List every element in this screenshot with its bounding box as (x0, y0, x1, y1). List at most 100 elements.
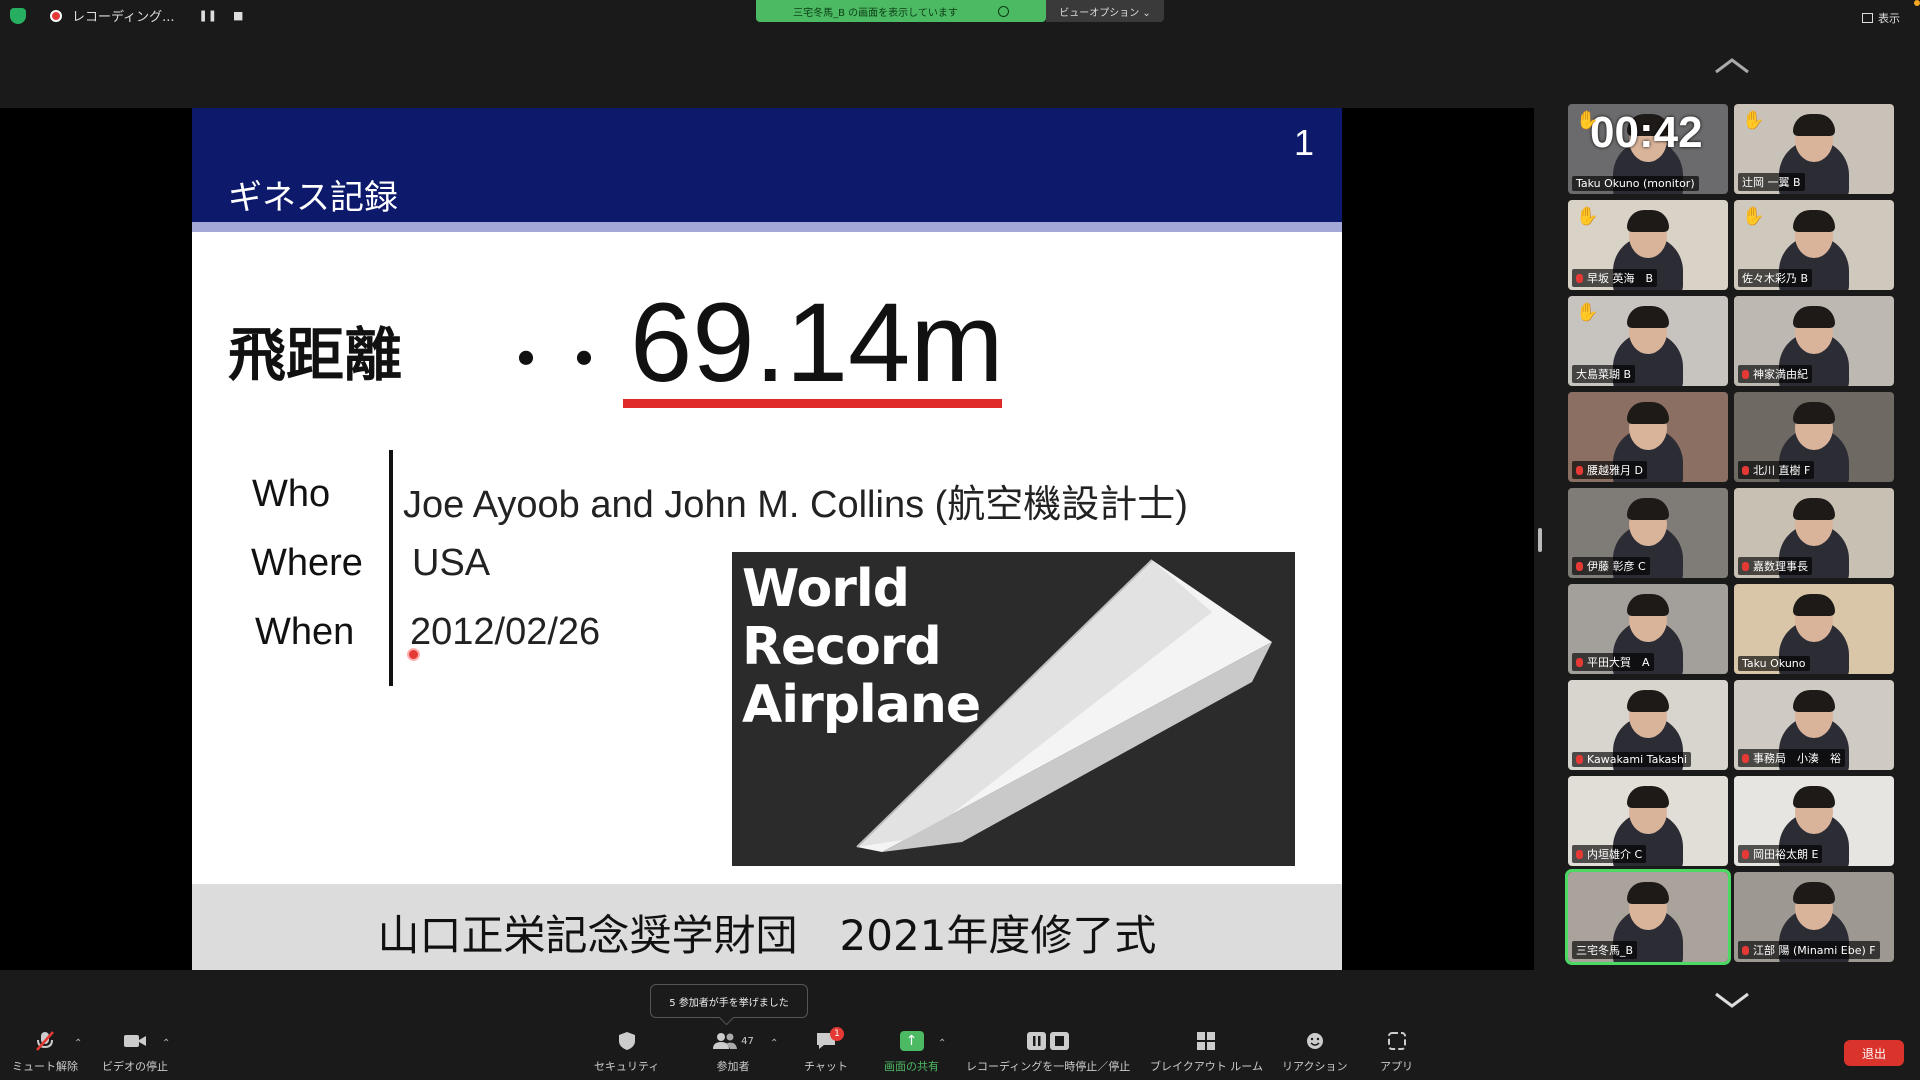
recording-dot-icon (50, 9, 62, 22)
slide-header: ギネス記録 1 (192, 108, 1342, 222)
participant-name-text: 辻岡 一翼 B (1742, 176, 1801, 189)
participant-name: Taku Okuno (monitor) (1572, 176, 1699, 191)
gallery-down-chevron-icon[interactable] (1712, 990, 1752, 1010)
participant-name-text: 佐々木彩乃 B (1742, 272, 1809, 285)
encryption-shield-icon[interactable] (10, 7, 26, 24)
pause-recording-icon[interactable]: ❚❚ (199, 9, 217, 22)
participant-tile[interactable]: 神家満由紀 (1734, 296, 1894, 386)
mic-muted-icon (1742, 754, 1749, 763)
participant-hair (1627, 306, 1669, 328)
share-options-caret-icon[interactable]: ⌃ (938, 1038, 946, 1049)
info-divider (389, 450, 393, 686)
participant-tile[interactable]: 内垣雄介 C (1568, 776, 1728, 866)
participant-tile[interactable]: ✋ 佐々木彩乃 B (1734, 200, 1894, 290)
recording-label: レコーディング... (72, 10, 175, 25)
participant-hair (1793, 594, 1835, 616)
slide-header-stripe (192, 222, 1342, 232)
participant-name-text: 伊藤 彰彦 C (1587, 560, 1646, 573)
participant-tile[interactable]: 00:42 ✋ Taku Okuno (monitor) (1568, 104, 1728, 194)
participant-name: 腰越雅月 D (1572, 461, 1647, 479)
paper-airplane-image: World Record Airplane (732, 552, 1295, 866)
share-banner-text: 三宅冬馬_B の画面を表示しています (793, 7, 958, 19)
display-button[interactable]: 表示 (1862, 10, 1900, 26)
countdown-timer: 00:42 (1590, 108, 1703, 157)
participant-tile[interactable]: 平田大賀 A (1568, 584, 1728, 674)
mic-muted-icon (1742, 946, 1749, 955)
participant-hair (1793, 882, 1835, 904)
participants-caret-icon[interactable]: ⌃ (770, 1038, 778, 1049)
participant-name: 北川 直樹 F (1738, 461, 1815, 479)
view-options-button[interactable]: ビューオプション ⌄ (1046, 0, 1164, 22)
breakout-rooms-button[interactable]: ブレイクアウト ルーム (1150, 1030, 1263, 1074)
participants-label: 参加者 (716, 1060, 750, 1073)
participants-count: 47 (741, 1035, 754, 1047)
raised-hand-icon: ✋ (1576, 206, 1599, 227)
panel-resize-handle[interactable] (1538, 528, 1542, 552)
participant-tile[interactable]: 事務局 小湊 裕 (1734, 680, 1894, 770)
audio-options-caret-icon[interactable]: ⌃ (74, 1038, 82, 1049)
video-options-caret-icon[interactable]: ⌃ (162, 1038, 170, 1049)
pause-stop-recording-icon (1023, 1030, 1073, 1052)
raised-hand-icon: ✋ (1576, 110, 1599, 131)
participant-name-text: 平田大賀 A (1587, 656, 1650, 669)
participant-tile[interactable]: 嘉数理事長 (1734, 488, 1894, 578)
participant-tile[interactable]: Taku Okuno (1734, 584, 1894, 674)
stop-recording-icon[interactable]: ■ (233, 9, 243, 22)
apps-button[interactable]: アプリ (1380, 1030, 1413, 1074)
recording-control-label: レコーディングを一時停止／停止 (966, 1060, 1131, 1073)
participant-hair (1793, 210, 1835, 232)
participant-name-text: 腰越雅月 D (1587, 464, 1643, 477)
grid-view-icon (1862, 13, 1873, 23)
stop-video-label: ビデオの停止 (102, 1060, 168, 1073)
participant-tile[interactable]: 三宅冬馬_B (1565, 869, 1731, 965)
participant-name-text: 岡田裕太朗 E (1753, 848, 1819, 861)
share-status-icon (997, 5, 1009, 17)
participant-tile[interactable]: Kawakami Takashi (1568, 680, 1728, 770)
participant-tile[interactable]: 北川 直樹 F (1734, 392, 1894, 482)
participant-tile[interactable]: 伊藤 彰彦 C (1568, 488, 1728, 578)
chat-button[interactable]: 1 チャット (804, 1027, 848, 1074)
participants-icon: 47 (708, 1030, 758, 1052)
stop-video-button[interactable]: ビデオの停止 (102, 1030, 168, 1074)
mic-muted-icon (1742, 466, 1749, 475)
slide-footer: 山口正栄記念奨学財団 2021年度修了式 (192, 884, 1342, 970)
top-bar: レコーディング... ❚❚ ■ 三宅冬馬_B の画面を表示しています ビューオプ… (0, 0, 1920, 34)
leave-meeting-button[interactable]: 退出 (1844, 1040, 1904, 1066)
participant-hair (1627, 594, 1669, 616)
participant-hair (1627, 210, 1669, 232)
distance-dots: ・・ (497, 328, 614, 393)
participant-name: 神家満由紀 (1738, 365, 1812, 383)
recording-control-button[interactable]: レコーディングを一時停止／停止 (966, 1030, 1130, 1074)
mic-muted-icon (1742, 370, 1749, 379)
share-screen-button[interactable]: ↑ 画面の共有 (884, 1030, 939, 1074)
notification-dot (1914, 0, 1920, 6)
participant-tile[interactable]: ✋ 大島菜瑚 B (1568, 296, 1728, 386)
when-label: When (255, 611, 355, 653)
participant-name: 嘉数理事長 (1738, 557, 1812, 575)
mic-muted-icon (1576, 850, 1583, 859)
image-caption: World Record Airplane (742, 560, 981, 735)
participant-name: 大島菜瑚 B (1572, 365, 1636, 383)
participant-tile[interactable]: 腰越雅月 D (1568, 392, 1728, 482)
image-caption-line: Airplane (742, 675, 981, 735)
gallery-up-chevron-icon[interactable] (1712, 56, 1752, 76)
participant-name-text: 事務局 小湊 裕 (1753, 752, 1841, 765)
participant-name-text: Taku Okuno (monitor) (1576, 177, 1695, 190)
participant-hair (1627, 786, 1669, 808)
participant-hair (1793, 786, 1835, 808)
raised-hand-icon: ✋ (1576, 302, 1599, 323)
unmute-button[interactable]: ミュート解除 (12, 1030, 78, 1074)
participant-name-text: Taku Okuno (1742, 657, 1806, 670)
participant-tile[interactable]: ✋ 早坂 英海 B (1568, 200, 1728, 290)
chat-icon: 1 (814, 1027, 844, 1052)
participant-tile[interactable]: 江部 陽 (Minami Ebe) F (1734, 872, 1894, 962)
participant-hair (1793, 402, 1835, 424)
participant-tile[interactable]: 岡田裕太朗 E (1734, 776, 1894, 866)
security-button[interactable]: セキュリティ (594, 1030, 659, 1074)
participant-tile[interactable]: ✋ 辻岡 一翼 B (1734, 104, 1894, 194)
reactions-button[interactable]: リアクション (1282, 1030, 1347, 1074)
distance-underline (623, 399, 1002, 408)
participants-button[interactable]: 47 参加者 (708, 1030, 758, 1074)
mic-muted-icon (33, 1030, 57, 1052)
participant-hair (1793, 498, 1835, 520)
